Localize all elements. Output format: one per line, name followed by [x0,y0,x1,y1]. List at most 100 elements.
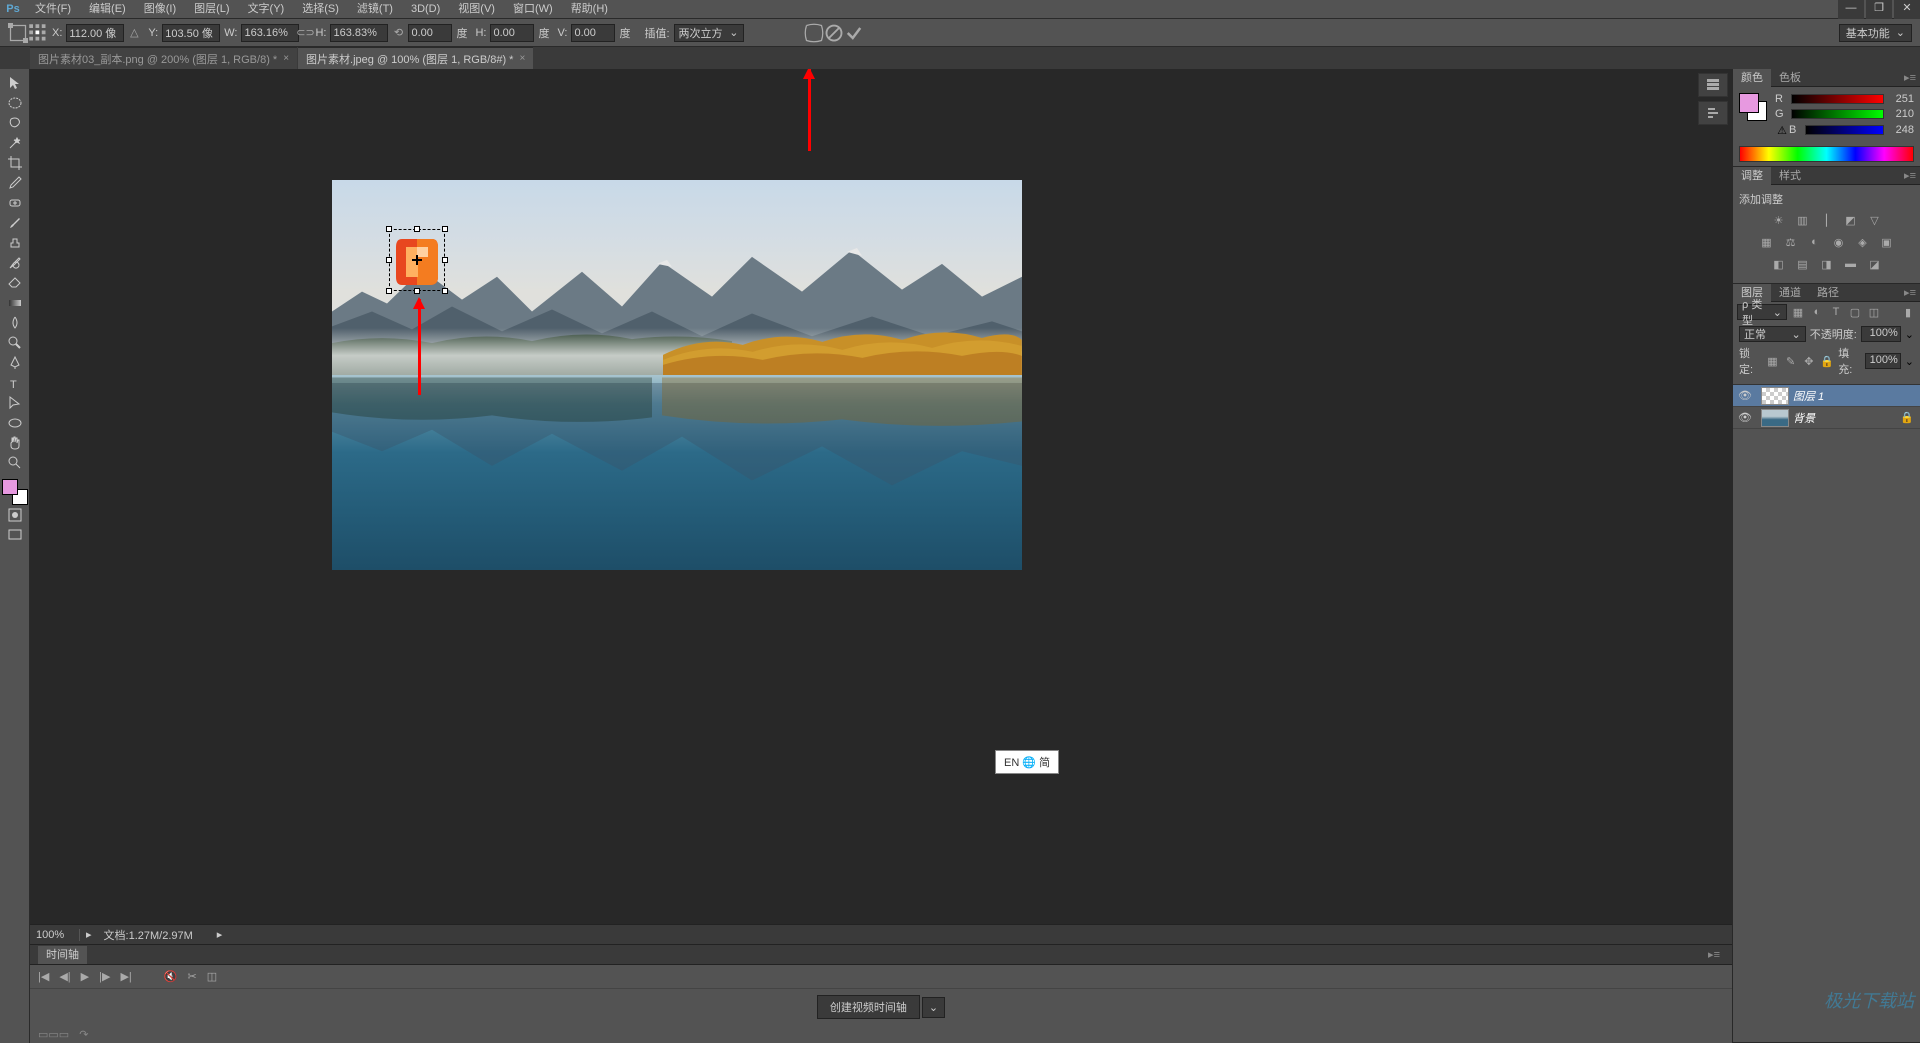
layer-thumbnail[interactable] [1761,409,1789,427]
g-value[interactable]: 210 [1888,108,1914,120]
magic-wand-tool[interactable] [3,133,27,152]
panel-menu-icon[interactable]: ▸≡ [1900,169,1920,182]
path-selection-tool[interactable] [3,393,27,412]
shape-tool[interactable] [3,413,27,432]
canvas-viewport[interactable] [30,69,1732,924]
screen-mode-tool[interactable] [3,525,27,544]
lasso-tool[interactable] [3,113,27,132]
filter-type-icon[interactable]: T [1828,305,1844,319]
document-tab-2[interactable]: 图片素材.jpeg @ 100% (图层 1, RGB/8#) *× [298,47,533,69]
transform-handle-e[interactable] [442,257,448,263]
vskew-input[interactable] [571,24,615,42]
interpolation-dropdown[interactable]: 两次立方⌄ [674,24,744,42]
layer-name[interactable]: 背景 [1793,410,1815,426]
b-slider[interactable] [1805,125,1884,135]
panel-menu-icon[interactable]: ▸≡ [1900,71,1920,84]
brightness-contrast-icon[interactable]: ☀ [1769,211,1789,229]
transform-handle-n[interactable] [414,226,420,232]
healing-brush-tool[interactable] [3,193,27,212]
photo-filter-icon[interactable]: ◉ [1829,233,1849,251]
levels-icon[interactable]: ▥ [1793,211,1813,229]
foreground-color-swatch[interactable] [2,479,18,495]
layer-row-1[interactable]: 👁 图层 1 [1733,385,1920,407]
layer-filter-type[interactable]: ρ 类型⌄ [1737,304,1787,320]
document-info[interactable]: 文档:1.27M/2.97M [98,927,199,943]
black-white-icon[interactable]: ◐ [1805,233,1825,251]
zoom-level[interactable]: 100% [30,929,80,941]
transform-center-point[interactable] [412,255,422,265]
gradient-map-icon[interactable]: ▬ [1841,255,1861,273]
filter-adjust-icon[interactable]: ◐ [1809,305,1825,319]
threshold-icon[interactable]: ◨ [1817,255,1837,273]
color-balance-icon[interactable]: ⚖ [1781,233,1801,251]
timeline-tab[interactable]: 时间轴 [38,946,87,964]
ime-indicator[interactable]: EN 🌐 简 [995,750,1059,774]
opacity-stepper-icon[interactable]: ⌄ [1905,328,1914,341]
type-tool[interactable]: T [3,373,27,392]
zoom-tool[interactable] [3,453,27,472]
close-icon[interactable]: × [283,53,289,64]
lock-position-icon[interactable]: ✥ [1802,354,1816,368]
mute-icon[interactable]: 🔇 [164,970,178,983]
exposure-icon[interactable]: ◩ [1841,211,1861,229]
vibrance-icon[interactable]: ▽ [1865,211,1885,229]
menu-edit[interactable]: 编辑(E) [80,0,135,19]
color-tab[interactable]: 颜色 [1733,69,1771,87]
filter-smart-icon[interactable]: ◫ [1866,305,1882,319]
hskew-input[interactable] [490,24,534,42]
reference-point-icon[interactable] [28,23,48,43]
workspace-selector[interactable]: 基本功能⌄ [1839,24,1912,42]
invert-icon[interactable]: ◧ [1769,255,1789,273]
spectrum-ramp[interactable] [1739,146,1914,162]
brush-tool[interactable] [3,213,27,232]
r-value[interactable]: 251 [1888,93,1914,105]
styles-tab[interactable]: 样式 [1771,167,1809,185]
paths-tab[interactable]: 路径 [1809,284,1847,302]
x-input[interactable] [66,24,124,42]
commit-transform-icon[interactable] [844,23,864,43]
menu-image[interactable]: 图像(I) [135,0,185,19]
minimize-button[interactable]: — [1838,0,1864,19]
swatches-tab[interactable]: 色板 [1771,69,1809,87]
history-brush-tool[interactable] [3,253,27,272]
curves-icon[interactable]: ⎮ [1817,211,1837,229]
g-slider[interactable] [1791,109,1884,119]
panel-menu-icon[interactable]: ▸≡ [1900,286,1920,299]
color-swatches[interactable] [2,479,28,505]
pen-tool[interactable] [3,353,27,372]
eyedropper-tool[interactable] [3,173,27,192]
lock-transparency-icon[interactable]: ▦ [1765,354,1779,368]
w-input[interactable] [241,24,299,42]
menu-3d[interactable]: 3D(D) [402,0,449,19]
triangle-icon[interactable]: △ [124,23,144,43]
visibility-icon[interactable]: 👁 [1733,389,1757,402]
rotation-input[interactable] [408,24,452,42]
close-button[interactable]: ✕ [1894,0,1920,19]
adjustments-tab[interactable]: 调整 [1733,167,1771,185]
menu-view[interactable]: 视图(V) [449,0,504,19]
transform-bounding-box[interactable] [389,229,445,291]
blend-mode-dropdown[interactable]: 正常⌄ [1739,326,1806,342]
transform-handle-s[interactable] [414,288,420,294]
timeline-render-icon[interactable]: ↷ [79,1028,88,1041]
lock-pixels-icon[interactable]: ✎ [1784,354,1798,368]
prev-frame-icon[interactable]: ◀| [59,970,70,983]
clone-stamp-tool[interactable] [3,233,27,252]
warp-icon[interactable] [804,23,824,43]
first-frame-icon[interactable]: |◀ [38,970,49,983]
fg-swatch[interactable] [1739,93,1759,113]
posterize-icon[interactable]: ▤ [1793,255,1813,273]
history-panel-icon[interactable] [1698,73,1728,97]
hand-tool[interactable] [3,433,27,452]
transform-tool-icon[interactable] [8,23,28,43]
menu-file[interactable]: 文件(F) [26,0,80,19]
dodge-tool[interactable] [3,333,27,352]
link-icon[interactable]: ⊂⊃ [299,25,311,41]
menu-filter[interactable]: 滤镜(T) [348,0,402,19]
play-icon[interactable]: ▶ [81,970,89,983]
layer-name[interactable]: 图层 1 [1793,388,1824,404]
properties-panel-icon[interactable] [1698,101,1728,125]
crop-tool[interactable] [3,153,27,172]
marquee-tool[interactable] [3,93,27,112]
b-value[interactable]: 248 [1888,124,1914,136]
